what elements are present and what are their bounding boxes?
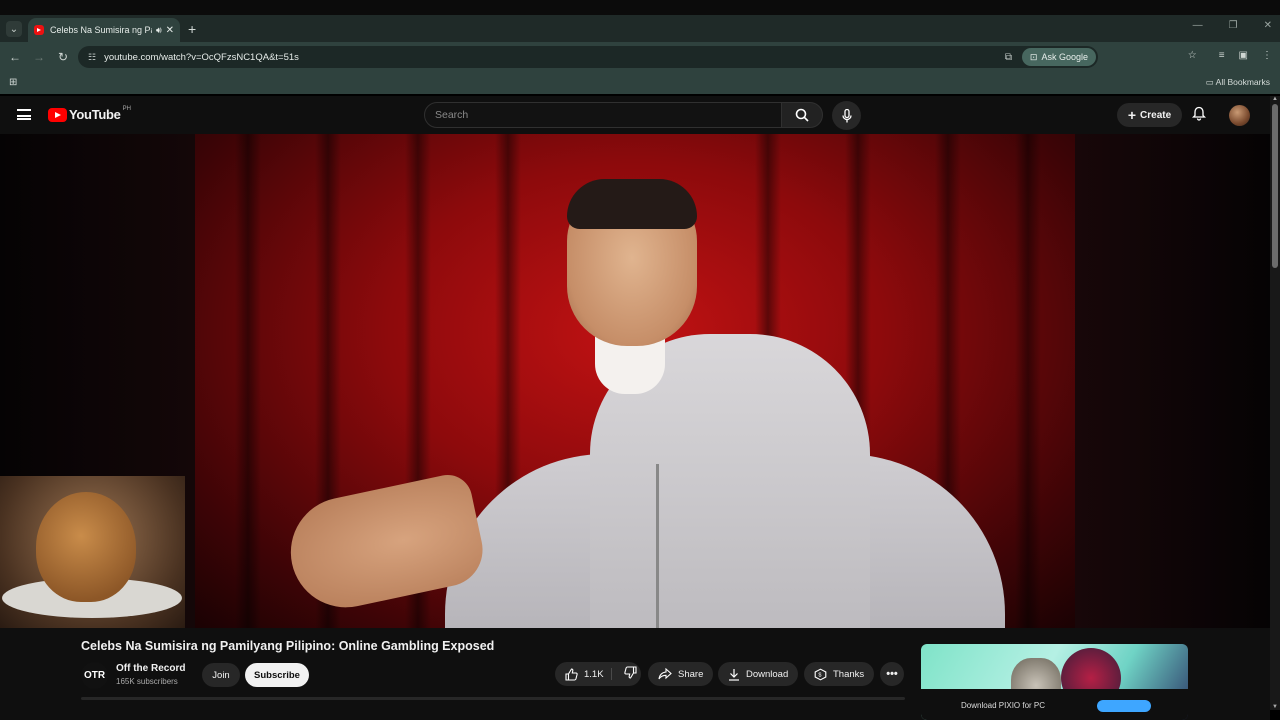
microphone-icon bbox=[841, 108, 852, 122]
back-arrow-icon[interactable]: ← bbox=[3, 50, 27, 64]
picture-in-picture-overlay bbox=[0, 476, 185, 628]
create-label: Create bbox=[1140, 109, 1172, 121]
subscribe-button[interactable]: Subscribe bbox=[245, 663, 309, 687]
country-code: PH bbox=[122, 105, 131, 112]
ask-google-label: Ask Google bbox=[1041, 52, 1088, 62]
close-window-icon[interactable]: ✕ bbox=[1264, 20, 1272, 31]
scroll-up-icon[interactable]: ▲ bbox=[1272, 96, 1278, 102]
like-dislike-group: 1.1K bbox=[555, 662, 641, 686]
tab-search-button[interactable]: ⌄ bbox=[6, 21, 22, 37]
ask-google-button[interactable]: ⊡ Ask Google bbox=[1021, 48, 1096, 66]
media-controls-icon[interactable]: ≡ bbox=[1219, 50, 1225, 61]
page-scrollbar[interactable]: ▲ ▼ bbox=[1270, 96, 1280, 710]
youtube-play-icon bbox=[48, 107, 67, 122]
url-text[interactable]: youtube.com/watch?v=OcQFzsNC1QA&t=51s bbox=[104, 52, 299, 63]
like-button[interactable]: 1.1K bbox=[565, 667, 604, 681]
apps-grid-icon[interactable]: ⊞ bbox=[9, 77, 17, 88]
thumbs-down-icon bbox=[623, 666, 637, 679]
plus-icon: + bbox=[1127, 107, 1137, 123]
super-thanks-icon: $ bbox=[814, 668, 827, 680]
minimize-icon[interactable]: — bbox=[1193, 20, 1203, 31]
new-tab-button[interactable]: + bbox=[188, 21, 196, 37]
share-icon bbox=[658, 668, 672, 680]
share-label: Share bbox=[678, 668, 704, 680]
description-box-edge bbox=[81, 697, 905, 700]
browser-tab[interactable]: Celebs Na Sumisira ng Pam 🔊︎ ✕ bbox=[28, 18, 180, 42]
toolbar-right: ☆ ≡ ▣ ⋮ bbox=[1188, 50, 1272, 61]
browser-toolbar: ← → ↻ ☷ youtube.com/watch?v=OcQFzsNC1QA&… bbox=[0, 42, 1280, 72]
curtain-fold bbox=[235, 134, 261, 628]
sponsored-ad-banner[interactable]: Download PIXIO for PC bbox=[921, 644, 1188, 720]
youtube-header: YouTube PH Search + Create bbox=[0, 96, 1280, 134]
forward-arrow-icon[interactable]: → bbox=[27, 50, 51, 64]
share-button[interactable]: Share bbox=[648, 662, 714, 686]
join-button[interactable]: Join bbox=[202, 663, 240, 687]
video-frame[interactable] bbox=[195, 134, 1075, 628]
notifications-button[interactable] bbox=[1191, 106, 1207, 126]
curtain-fold bbox=[1015, 134, 1041, 628]
window-controls: — ❐ ✕ bbox=[1193, 20, 1272, 31]
player-letterbox-right bbox=[1075, 134, 1270, 628]
like-divider bbox=[611, 668, 612, 680]
bookmarks-bar: ⊞ ▭ All Bookmarks bbox=[0, 72, 1280, 94]
thanks-button[interactable]: $ Thanks bbox=[804, 662, 875, 686]
youtube-wordmark: YouTube bbox=[69, 107, 121, 122]
star-icon[interactable]: ☆ bbox=[1188, 50, 1197, 61]
download-icon bbox=[729, 668, 739, 681]
close-tab-icon[interactable]: ✕ bbox=[166, 25, 174, 36]
hoodie-zipper bbox=[656, 464, 659, 628]
like-count: 1.1K bbox=[584, 668, 604, 680]
create-button[interactable]: + Create bbox=[1117, 103, 1182, 127]
channel-name[interactable]: Off the Record bbox=[116, 663, 185, 674]
video-player[interactable] bbox=[0, 134, 1270, 628]
search-button[interactable] bbox=[781, 102, 823, 128]
channel-avatar[interactable]: OTR bbox=[81, 662, 108, 689]
presenter-hair bbox=[567, 179, 697, 229]
more-actions-button[interactable]: ••• bbox=[880, 662, 904, 686]
thanks-label: Thanks bbox=[833, 668, 865, 680]
video-title: Celebs Na Sumisira ng Pamilyang Pilipino… bbox=[81, 639, 495, 653]
youtube-logo[interactable]: YouTube PH bbox=[48, 105, 131, 122]
all-bookmarks-button[interactable]: ▭ All Bookmarks bbox=[1206, 77, 1270, 88]
reload-icon[interactable]: ↻ bbox=[51, 50, 75, 64]
bell-icon bbox=[1191, 106, 1207, 121]
browser-tab-strip: ⌄ Celebs Na Sumisira ng Pam 🔊︎ ✕ + — ❐ ✕ bbox=[0, 0, 1280, 42]
scroll-down-icon[interactable]: ▼ bbox=[1272, 704, 1278, 710]
extension-icon[interactable]: ▣ bbox=[1239, 50, 1248, 61]
account-avatar[interactable] bbox=[1229, 105, 1250, 126]
download-button[interactable]: Download bbox=[718, 662, 799, 686]
folder-icon: ▭ bbox=[1205, 77, 1216, 87]
google-lens-icon: ⊡ bbox=[1029, 51, 1038, 62]
install-icon[interactable]: ⧉ bbox=[1005, 52, 1012, 63]
thumbs-up-icon bbox=[565, 667, 578, 681]
search-input[interactable]: Search bbox=[424, 102, 782, 128]
hamburger-menu-icon[interactable] bbox=[17, 109, 31, 120]
tab-title: Celebs Na Sumisira ng Pam bbox=[50, 25, 152, 35]
subscriber-count: 165K subscribers bbox=[116, 677, 178, 686]
address-bar[interactable]: ☷ youtube.com/watch?v=OcQFzsNC1QA&t=51s … bbox=[78, 46, 1098, 68]
ad-text: Download PIXIO for PC bbox=[961, 701, 1046, 710]
youtube-favicon-icon bbox=[34, 25, 44, 35]
ad-cta-button[interactable] bbox=[1097, 700, 1151, 712]
menu-icon[interactable]: ⋮ bbox=[1262, 50, 1272, 61]
svg-text:$: $ bbox=[818, 672, 821, 678]
all-bookmarks-label: All Bookmarks bbox=[1215, 77, 1270, 87]
download-label: Download bbox=[746, 668, 789, 680]
site-info-icon[interactable]: ☷ bbox=[88, 52, 96, 63]
cookie-character-image bbox=[36, 492, 136, 602]
search-icon bbox=[795, 108, 809, 122]
scrollbar-thumb[interactable] bbox=[1272, 104, 1278, 268]
speaker-icon[interactable]: 🔊︎ bbox=[156, 25, 162, 36]
video-info: Celebs Na Sumisira ng Pamilyang Pilipino… bbox=[0, 628, 1270, 720]
dislike-button[interactable] bbox=[623, 666, 637, 682]
voice-search-button[interactable] bbox=[832, 101, 861, 130]
restore-icon[interactable]: ❐ bbox=[1229, 20, 1238, 31]
search-placeholder: Search bbox=[435, 109, 469, 121]
